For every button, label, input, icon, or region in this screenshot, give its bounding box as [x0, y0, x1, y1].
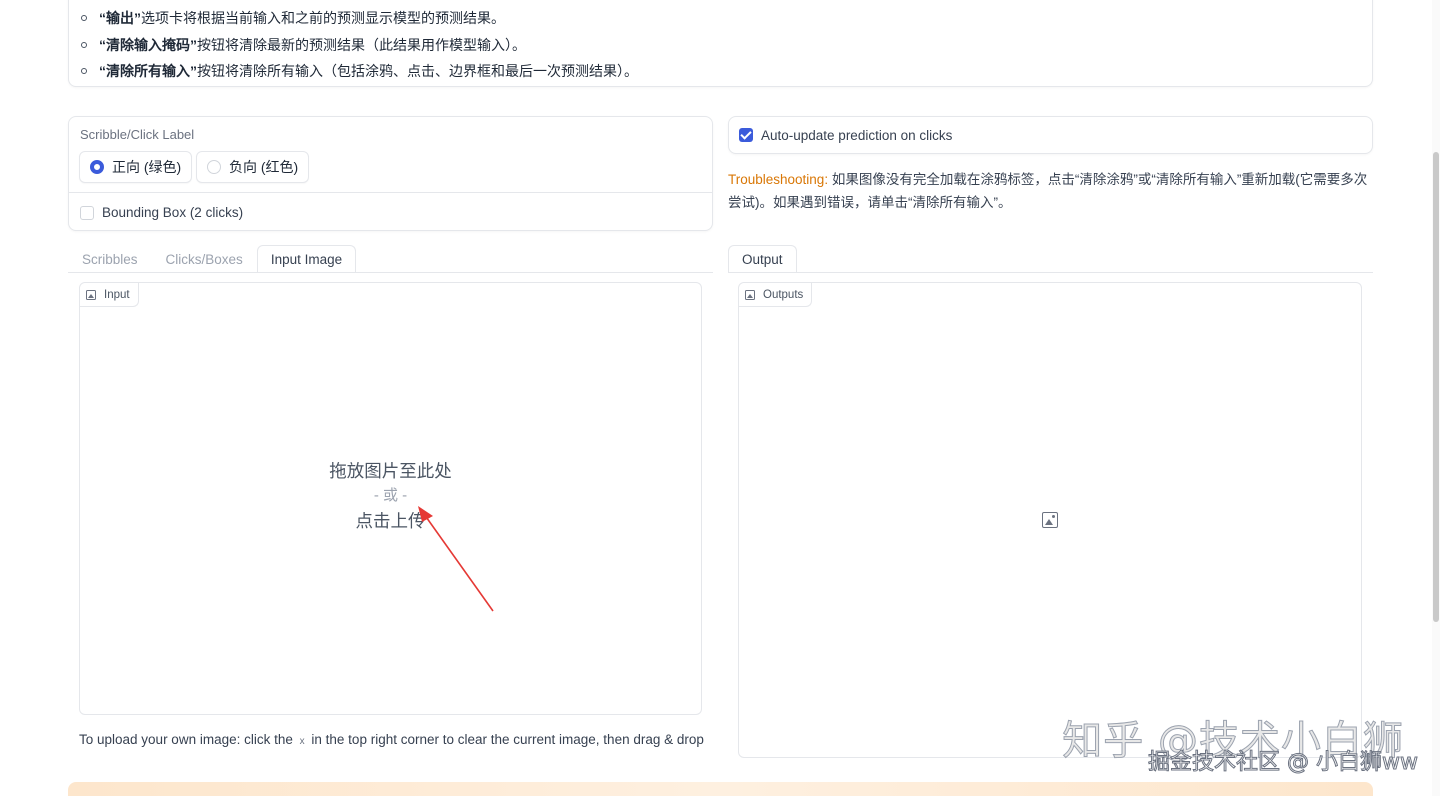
bullet-icon [81, 68, 87, 75]
bullet-icon [81, 41, 87, 48]
instruction-item: “输出” 选项卡将根据当前输入和之前的预测显示模型的预测结果。 [81, 5, 638, 32]
right-tab-bar: Output [728, 245, 797, 273]
or-text: - 或 - [373, 487, 408, 504]
tab-clicks-boxes[interactable]: Clicks/Boxes [152, 245, 257, 273]
label-panel-title: Scribble/Click Label [80, 127, 195, 142]
scrollbar-thumb[interactable] [1433, 152, 1439, 622]
tab-output[interactable]: Output [728, 245, 797, 273]
upload-hint: To upload your own image: click the x in… [79, 732, 704, 747]
tab-scribbles[interactable]: Scribbles [68, 245, 152, 273]
output-pane-label: Outputs [739, 283, 813, 307]
divider [69, 192, 712, 193]
left-tab-underline [68, 272, 713, 273]
bounding-box-checkbox[interactable]: Bounding Box (2 clicks) [80, 205, 243, 220]
radio-positive[interactable]: 正向 (绿色) [79, 151, 193, 183]
input-pane-label: Input [80, 283, 139, 307]
input-image-dropzone[interactable]: Input 拖放图片至此处 - 或 - 点击上传 [79, 282, 702, 715]
radio-selected-icon [90, 160, 104, 174]
bullet-icon [81, 15, 87, 22]
checkbox-unchecked-icon[interactable] [80, 205, 94, 220]
click-upload-text[interactable]: 点击上传 [80, 508, 701, 534]
instruction-text: 按钮将清除最新的预测结果（此结果用作模型输入）。 [197, 36, 526, 53]
instructions-list: “输出” 选项卡将根据当前输入和之前的预测显示模型的预测结果。 “清除输入掩码”… [81, 5, 638, 85]
instruction-bold: “输出” [99, 10, 141, 27]
upload-prompt[interactable]: 拖放图片至此处 - 或 - 点击上传 [80, 458, 701, 534]
hint-after: in the top right corner to clear the cur… [311, 732, 704, 747]
checkbox-checked-icon[interactable] [739, 128, 753, 142]
drop-text: 拖放图片至此处 [329, 461, 452, 481]
radio-unselected-icon [207, 160, 221, 174]
footer-banner [68, 782, 1373, 796]
auto-update-label: Auto-update prediction on clicks [761, 127, 953, 143]
hint-before: To upload your own image: click the [79, 732, 293, 747]
radio-negative-label: 负向 (红色) [229, 159, 299, 175]
auto-update-checkbox[interactable]: Auto-update prediction on clicks [728, 116, 1373, 154]
watermark-juejin: 掘金技术社区 @ 小白狮ww [1148, 750, 1419, 776]
right-tab-underline [728, 272, 1373, 273]
label-panel: Scribble/Click Label 正向 (绿色) 负向 (红色) Bou… [68, 116, 713, 231]
image-placeholder-icon [1042, 512, 1058, 528]
radio-negative[interactable]: 负向 (红色) [196, 151, 310, 183]
output-label-text: Outputs [763, 288, 804, 301]
instruction-bold: “清除所有输入” [99, 63, 197, 80]
instruction-item: “清除输入掩码” 按钮将清除最新的预测结果（此结果用作模型输入）。 [81, 32, 638, 59]
radio-positive-label: 正向 (绿色) [112, 159, 182, 175]
annotation-arrow [418, 506, 494, 612]
instructions-box: “输出” 选项卡将根据当前输入和之前的预测显示模型的预测结果。 “清除输入掩码”… [68, 0, 1373, 87]
close-icon: x [299, 736, 305, 747]
left-tab-bar: Scribbles Clicks/Boxes Input Image [68, 245, 357, 273]
image-icon [745, 289, 755, 300]
input-label-text: Input [104, 288, 130, 301]
bounding-box-label: Bounding Box (2 clicks) [102, 205, 244, 220]
troubleshooting-prefix: Troubleshooting: [728, 172, 829, 187]
instruction-text: 选项卡将根据当前输入和之前的预测显示模型的预测结果。 [141, 10, 505, 27]
instruction-item: “清除所有输入” 按钮将清除所有输入（包括涂鸦、点击、边界框和最后一次预测结果）… [81, 58, 638, 85]
troubleshooting-text: Troubleshooting: 如果图像没有完全加载在涂鸦标签，点击“清除涂鸦… [728, 168, 1376, 214]
instruction-bold: “清除输入掩码” [99, 36, 197, 53]
image-icon [86, 289, 96, 300]
tab-input-image[interactable]: Input Image [256, 245, 357, 273]
instruction-text: 按钮将清除所有输入（包括涂鸦、点击、边界框和最后一次预测结果）。 [197, 63, 638, 80]
